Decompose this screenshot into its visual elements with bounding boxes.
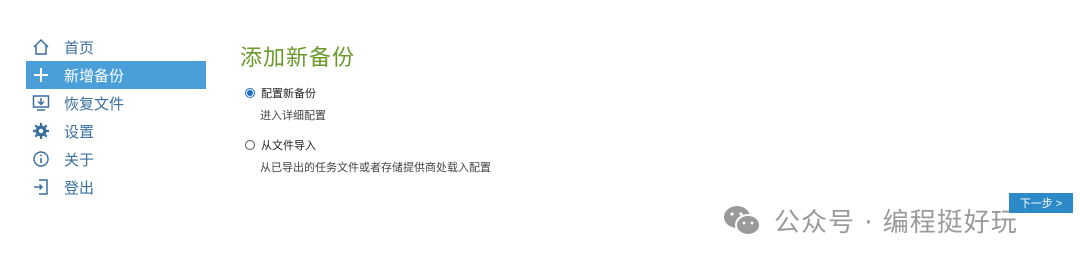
sidebar-item-logout[interactable]: 登出: [26, 173, 206, 201]
sidebar-item-label: 首页: [64, 38, 95, 57]
sidebar-item-label: 登出: [64, 178, 95, 197]
sidebar-item-home[interactable]: 首页: [26, 33, 206, 61]
restore-icon: [32, 94, 50, 112]
app-window: 首页 新增备份 恢复文件 设置 关于 登出 添加新备份 配置新备份 进入详细配置…: [0, 0, 1080, 265]
radio-import-file[interactable]: [245, 140, 255, 150]
sidebar-item-restore[interactable]: 恢复文件: [26, 89, 206, 117]
plus-icon: [32, 66, 50, 84]
home-icon: [32, 38, 50, 56]
watermark-text: 公众号 · 编程挺好玩: [774, 208, 1018, 238]
sidebar-item-settings[interactable]: 设置: [26, 117, 206, 145]
page-title: 添加新备份: [240, 46, 356, 71]
wechat-icon: [722, 203, 762, 239]
option-configure-new[interactable]: 配置新备份 进入详细配置: [245, 85, 491, 123]
backup-options: 配置新备份 进入详细配置 从文件导入 从已导出的任务文件或者存储提供商处载入配置: [245, 85, 491, 185]
radio-configure-new[interactable]: [245, 88, 255, 98]
option-description: 从已导出的任务文件或者存储提供商处载入配置: [260, 161, 491, 174]
option-title: 配置新备份: [261, 87, 316, 100]
watermark: 公众号 · 编程挺好玩: [722, 202, 1018, 239]
info-icon: [32, 150, 50, 168]
option-description: 进入详细配置: [260, 109, 326, 122]
sidebar-item-label: 关于: [64, 150, 95, 169]
next-button[interactable]: 下一步 >: [1009, 193, 1073, 213]
logout-icon: [32, 178, 50, 196]
sidebar-item-new-backup[interactable]: 新增备份: [26, 61, 206, 89]
sidebar-item-label: 恢复文件: [64, 94, 125, 113]
sidebar-item-label: 新增备份: [64, 66, 125, 85]
sidebar-item-about[interactable]: 关于: [26, 145, 206, 173]
gear-icon: [32, 122, 50, 140]
option-title: 从文件导入: [261, 139, 316, 152]
sidebar: 首页 新增备份 恢复文件 设置 关于 登出: [26, 33, 206, 201]
sidebar-item-label: 设置: [64, 122, 95, 141]
option-import-file[interactable]: 从文件导入 从已导出的任务文件或者存储提供商处载入配置: [245, 137, 491, 175]
